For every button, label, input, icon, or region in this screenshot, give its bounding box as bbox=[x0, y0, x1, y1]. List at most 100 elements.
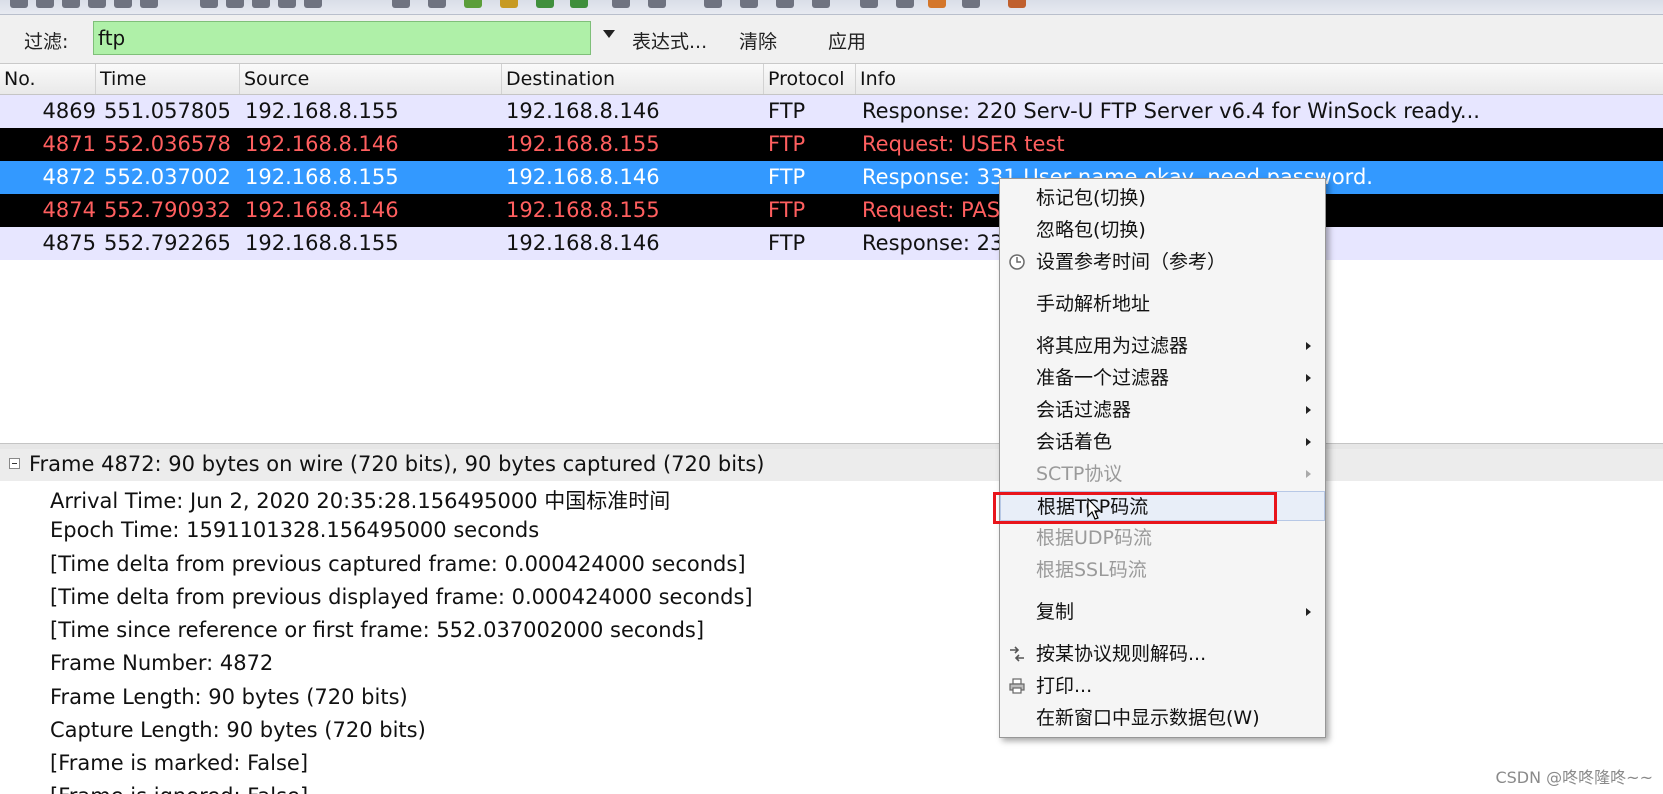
menu-item-label: 复制 bbox=[1036, 601, 1075, 623]
column-header-time[interactable]: Time bbox=[96, 64, 240, 94]
menu-item-mark-packet[interactable]: 标记包(切换) bbox=[1000, 183, 1325, 213]
packet-time: 551.057805 bbox=[104, 99, 231, 123]
toolbar-icon[interactable] bbox=[536, 0, 554, 8]
detail-line[interactable]: [Frame is ignored: False] bbox=[50, 784, 308, 794]
toolbar-icon[interactable] bbox=[200, 0, 218, 8]
toolbar-icon[interactable] bbox=[570, 0, 588, 8]
packet-time: 552.790932 bbox=[104, 198, 231, 222]
detail-line[interactable]: [Time delta from previous displayed fram… bbox=[50, 585, 753, 609]
detail-line[interactable]: Frame Length: 90 bytes (720 bits) bbox=[50, 685, 408, 709]
packet-time: 552.037002 bbox=[104, 165, 231, 189]
context-menu: 标记包(切换) 忽略包(切换) 设置参考时间（参考） 手动解析地址 将其应用为过… bbox=[999, 178, 1326, 738]
menu-item-label: 会话着色 bbox=[1036, 431, 1113, 453]
packet-destination: 192.168.8.146 bbox=[506, 231, 660, 255]
menu-item-decode-as[interactable]: 按某协议规则解码... bbox=[1000, 639, 1325, 669]
packet-info: Request: PAS bbox=[862, 198, 1001, 222]
toolbar-icon[interactable] bbox=[10, 0, 28, 8]
toolbar-icon[interactable] bbox=[776, 0, 794, 8]
column-header-info[interactable]: Info bbox=[856, 64, 1663, 94]
detail-line[interactable]: [Frame is marked: False] bbox=[50, 751, 308, 775]
toolbar-icon[interactable] bbox=[860, 0, 878, 8]
toolbar-icon[interactable] bbox=[812, 0, 830, 8]
collapse-icon[interactable] bbox=[9, 458, 20, 469]
column-header-no[interactable]: No. bbox=[0, 64, 96, 94]
frame-summary-row[interactable]: Frame 4872: 90 bytes on wire (720 bits),… bbox=[0, 449, 1663, 481]
clear-button[interactable]: 清除 bbox=[739, 27, 777, 54]
toolbar-icon[interactable] bbox=[392, 0, 410, 8]
expression-button[interactable]: 表达式... bbox=[632, 27, 707, 54]
toolbar-icon[interactable] bbox=[896, 0, 914, 8]
filter-dropdown-icon[interactable] bbox=[603, 30, 615, 38]
toolbar-icon[interactable] bbox=[500, 0, 518, 8]
packet-source: 192.168.8.155 bbox=[245, 99, 399, 123]
toolbar-icon[interactable] bbox=[612, 0, 630, 8]
submenu-arrow-icon bbox=[1306, 608, 1311, 616]
toolbar-icon[interactable] bbox=[428, 0, 446, 8]
toolbar-icon[interactable] bbox=[36, 0, 54, 8]
apply-button[interactable]: 应用 bbox=[828, 27, 866, 54]
detail-line[interactable]: [Time delta from previous captured frame… bbox=[50, 552, 746, 576]
toolbar-icon[interactable] bbox=[740, 0, 758, 8]
packet-protocol: FTP bbox=[768, 198, 806, 222]
frame-summary: Frame 4872: 90 bytes on wire (720 bits),… bbox=[29, 452, 765, 476]
submenu-arrow-icon bbox=[1306, 470, 1311, 478]
submenu-arrow-icon bbox=[1306, 342, 1311, 350]
packet-destination: 192.168.8.155 bbox=[506, 132, 660, 156]
toolbar-icon[interactable] bbox=[648, 0, 666, 8]
menu-item-show-in-new-window[interactable]: 在新窗口中显示数据包(W) bbox=[1000, 703, 1325, 733]
packet-protocol: FTP bbox=[768, 99, 806, 123]
packet-row[interactable]: 4871 552.036578 192.168.8.146 192.168.8.… bbox=[0, 128, 1663, 161]
printer-icon bbox=[1009, 678, 1025, 694]
detail-line[interactable]: Epoch Time: 1591101328.156495000 seconds bbox=[50, 518, 539, 542]
toolbar-icon[interactable] bbox=[226, 0, 244, 8]
menu-item-prepare-filter[interactable]: 准备一个过滤器 bbox=[1000, 363, 1325, 393]
menu-item-conversation-filter[interactable]: 会话过滤器 bbox=[1000, 395, 1325, 425]
detail-line[interactable]: Arrival Time: Jun 2, 2020 20:35:28.15649… bbox=[50, 485, 670, 515]
toolbar-icon[interactable] bbox=[252, 0, 270, 8]
menu-item-ignore-packet[interactable]: 忽略包(切换) bbox=[1000, 215, 1325, 245]
packet-row-selected[interactable]: 4872 552.037002 192.168.8.155 192.168.8.… bbox=[0, 161, 1663, 194]
toolbar-icon[interactable] bbox=[704, 0, 722, 8]
toolbar-icon[interactable] bbox=[1008, 0, 1026, 8]
menu-item-manual-resolve[interactable]: 手动解析地址 bbox=[1000, 289, 1325, 319]
packet-time: 552.792265 bbox=[104, 231, 231, 255]
menu-item-set-time-reference[interactable]: 设置参考时间（参考） bbox=[1000, 247, 1325, 277]
toolbar-icon[interactable] bbox=[62, 0, 80, 8]
packet-row[interactable]: 4874 552.790932 192.168.8.146 192.168.8.… bbox=[0, 194, 1663, 227]
packet-protocol: FTP bbox=[768, 165, 806, 189]
menu-item-print[interactable]: 打印... bbox=[1000, 671, 1325, 701]
packet-no: 4869 bbox=[42, 99, 96, 123]
menu-item-copy[interactable]: 复制 bbox=[1000, 597, 1325, 627]
display-filter-input[interactable]: ftp bbox=[93, 21, 591, 55]
wireshark-window: 过滤: ftp 表达式... 清除 应用 No. Time Source Des… bbox=[0, 0, 1663, 794]
detail-line[interactable]: Capture Length: 90 bytes (720 bits) bbox=[50, 718, 426, 742]
packet-time: 552.036578 bbox=[104, 132, 231, 156]
menu-item-follow-tcp-stream[interactable]: 根据TCP码流 bbox=[1000, 491, 1325, 521]
menu-item-label: 忽略包(切换) bbox=[1036, 219, 1146, 241]
toolbar-icon[interactable] bbox=[140, 0, 158, 8]
menu-item-colorize-conversation[interactable]: 会话着色 bbox=[1000, 427, 1325, 457]
column-header-destination[interactable]: Destination bbox=[502, 64, 764, 94]
packet-no: 4874 bbox=[42, 198, 96, 222]
toolbar-icon[interactable] bbox=[278, 0, 296, 8]
packet-destination: 192.168.8.155 bbox=[506, 198, 660, 222]
detail-line[interactable]: Frame Number: 4872 bbox=[50, 651, 273, 675]
toolbar-icon[interactable] bbox=[114, 0, 132, 8]
column-header-source[interactable]: Source bbox=[240, 64, 502, 94]
toolbar-icon[interactable] bbox=[928, 0, 946, 8]
toolbar-icon[interactable] bbox=[88, 0, 106, 8]
toolbar-icon[interactable] bbox=[464, 0, 482, 8]
menu-item-apply-as-filter[interactable]: 将其应用为过滤器 bbox=[1000, 331, 1325, 361]
packet-row[interactable]: 4875 552.792265 192.168.8.155 192.168.8.… bbox=[0, 227, 1663, 260]
submenu-arrow-icon bbox=[1306, 438, 1311, 446]
column-header-protocol[interactable]: Protocol bbox=[764, 64, 856, 94]
packet-destination: 192.168.8.146 bbox=[506, 99, 660, 123]
packet-info: Response: 23 bbox=[862, 231, 1004, 255]
detail-line[interactable]: [Time since reference or first frame: 55… bbox=[50, 618, 704, 642]
packet-row[interactable]: 4869 551.057805 192.168.8.155 192.168.8.… bbox=[0, 95, 1663, 128]
packet-protocol: FTP bbox=[768, 132, 806, 156]
menu-item-label: 将其应用为过滤器 bbox=[1036, 335, 1189, 357]
toolbar-icon[interactable] bbox=[962, 0, 980, 8]
toolbar-icon[interactable] bbox=[304, 0, 322, 8]
packet-info: Request: USER test bbox=[862, 132, 1065, 156]
